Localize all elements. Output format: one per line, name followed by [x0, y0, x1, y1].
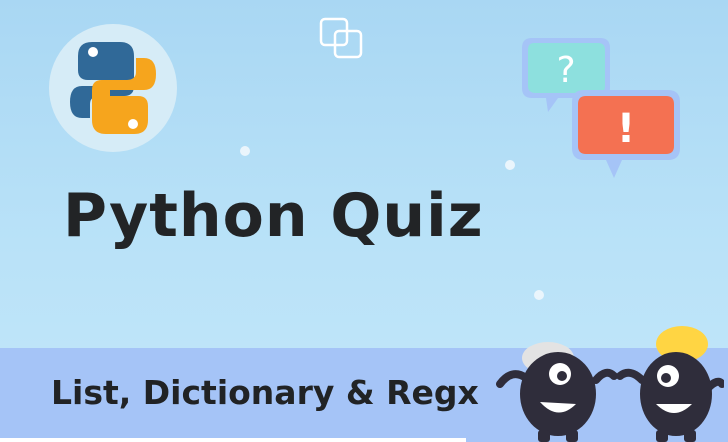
python-logo-icon [70, 42, 156, 134]
band-bottom-strip [0, 438, 466, 442]
overlapping-squares-icon [319, 17, 363, 59]
python-logo-badge [49, 24, 177, 152]
question-mark: ? [556, 50, 575, 91]
decorative-dot [505, 160, 515, 170]
quiz-banner: Python Quiz ? ! List, Dictionary & Regx [0, 0, 728, 442]
decorative-dot [240, 146, 250, 156]
speech-bubbles: ? ! [522, 38, 680, 178]
banner-subtitle: List, Dictionary & Regx [51, 373, 479, 412]
banner-title: Python Quiz [63, 181, 484, 251]
mascot-right [616, 326, 724, 442]
mascot-characters [496, 326, 724, 442]
exclamation-mark: ! [617, 106, 635, 152]
decorative-dot [534, 290, 544, 300]
mascot-left [496, 342, 618, 442]
exclamation-bubble-icon: ! [572, 90, 680, 178]
